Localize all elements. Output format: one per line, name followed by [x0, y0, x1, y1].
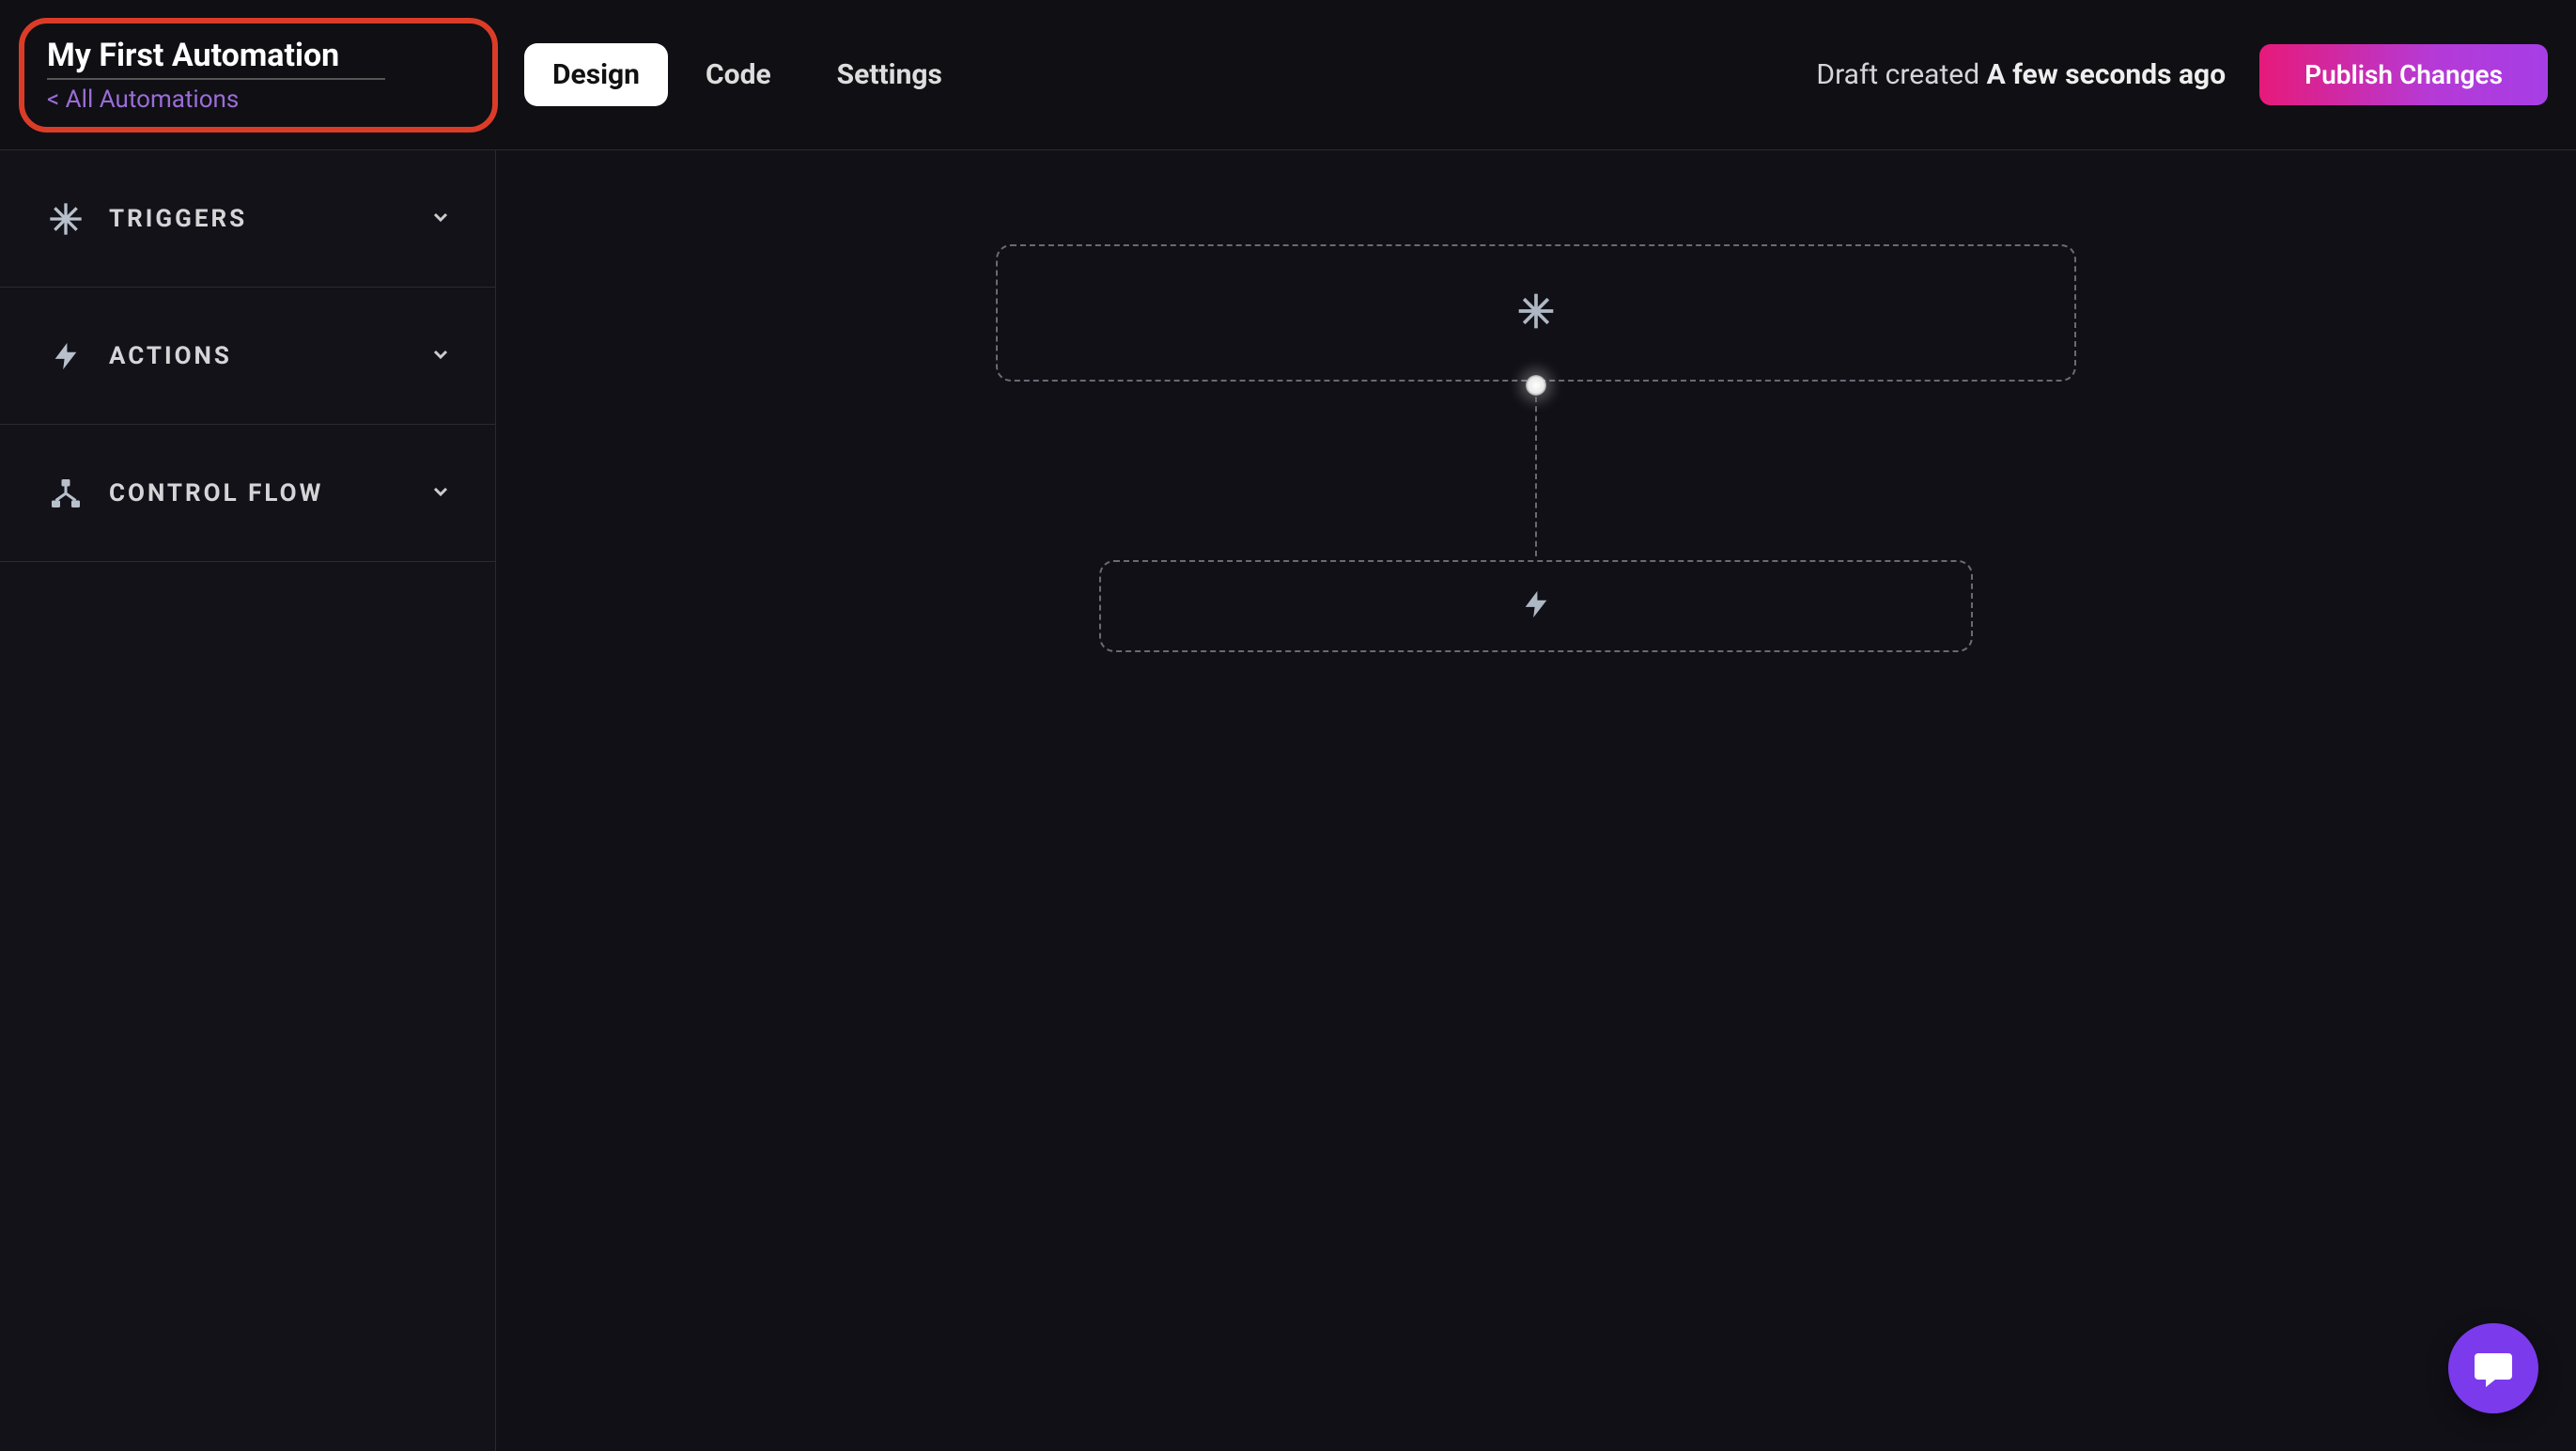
draft-status: Draft created A few seconds ago [1816, 58, 2226, 91]
chat-icon [2471, 1346, 2516, 1391]
tab-design[interactable]: Design [524, 43, 668, 106]
connector-line [1535, 397, 1537, 556]
main: TRIGGERS ACTIONS [0, 150, 2576, 1451]
sidebar-item-control-flow[interactable]: CONTROL FLOW [0, 425, 495, 562]
action-dropzone[interactable] [1099, 560, 1973, 652]
trigger-dropzone[interactable] [996, 244, 2076, 382]
top-bar: < All Automations Design Code Settings D… [0, 0, 2576, 150]
back-to-automations-link[interactable]: < All Automations [47, 86, 473, 114]
draft-status-prefix: Draft created [1816, 58, 1986, 91]
chevron-down-icon [429, 206, 452, 232]
sidebar-item-label: TRIGGERS [109, 205, 409, 233]
sidebar-item-triggers[interactable]: TRIGGERS [0, 150, 495, 288]
tab-settings[interactable]: Settings [809, 43, 970, 106]
publish-button[interactable]: Publish Changes [2259, 44, 2548, 105]
help-chat-button[interactable] [2448, 1323, 2538, 1413]
view-tabs: Design Code Settings [524, 43, 970, 106]
sidebar-item-actions[interactable]: ACTIONS [0, 288, 495, 425]
draft-status-time: A few seconds ago [1987, 58, 2227, 91]
chevron-down-icon [429, 480, 452, 507]
bolt-icon [43, 334, 88, 379]
connector-node-dot[interactable] [1526, 375, 1546, 396]
canvas[interactable] [496, 150, 2576, 1451]
sidebar-item-label: CONTROL FLOW [109, 479, 409, 507]
flow-icon [43, 471, 88, 516]
chevron-down-icon [429, 343, 452, 369]
spark-icon [43, 196, 88, 242]
title-block: < All Automations [19, 18, 498, 133]
spark-icon [1515, 290, 1557, 335]
automation-title-input[interactable] [47, 37, 385, 80]
sidebar: TRIGGERS ACTIONS [0, 150, 496, 1451]
tab-code[interactable]: Code [677, 43, 799, 106]
bolt-icon [1520, 588, 1552, 624]
sidebar-item-label: ACTIONS [109, 342, 409, 370]
